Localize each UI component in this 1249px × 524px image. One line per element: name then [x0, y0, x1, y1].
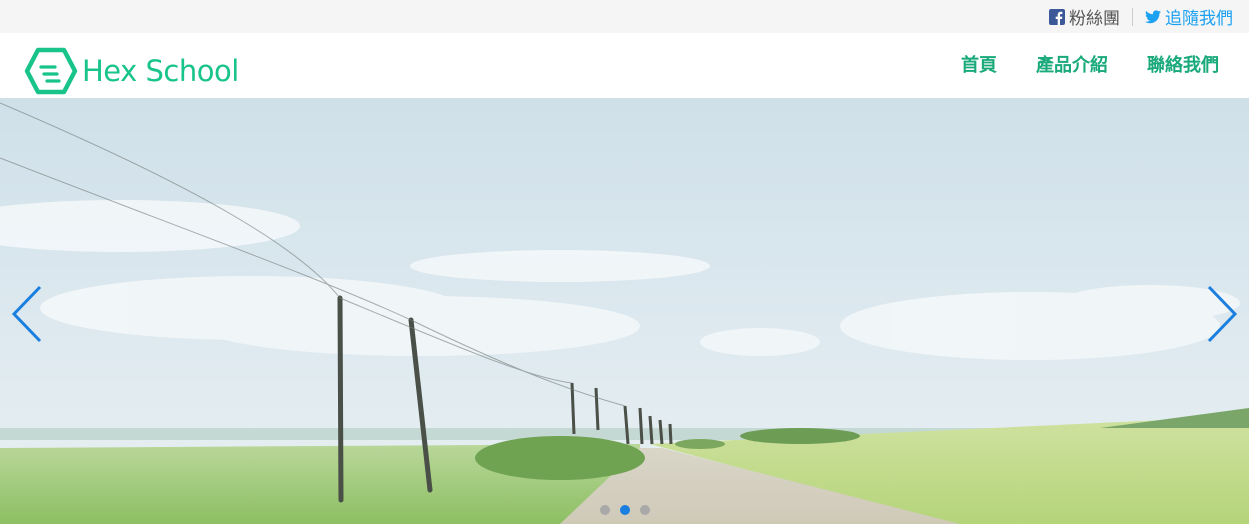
nav-products[interactable]: 產品介紹: [1036, 51, 1108, 77]
hex-school-logo[interactable]: Hex School: [24, 47, 239, 95]
carousel-indicator-active[interactable]: [619, 505, 630, 515]
nav-contact[interactable]: 聯絡我們: [1147, 51, 1219, 77]
site-header: Hex School 首頁 產品介紹 聯絡我們: [0, 33, 1249, 98]
carousel-indicator[interactable]: [639, 505, 650, 515]
social-divider: [1132, 7, 1133, 26]
logo-text: Hex School: [82, 54, 239, 88]
twitter-follow-link[interactable]: 追隨我們: [1145, 4, 1233, 29]
twitter-follow-label: 追隨我們: [1165, 9, 1233, 29]
carousel-next-button[interactable]: [1203, 284, 1243, 344]
carousel-prev-button[interactable]: [6, 284, 46, 344]
hexagon-logo-icon: [24, 47, 78, 95]
hero-slide-image: [0, 98, 1249, 524]
social-links: 粉絲團 追隨我們: [1049, 4, 1233, 29]
chevron-right-icon: [1207, 285, 1238, 343]
facebook-fan-page-link[interactable]: 粉絲團: [1049, 4, 1120, 29]
chevron-left-icon: [11, 285, 42, 343]
twitter-icon: [1145, 9, 1161, 24]
main-nav: 首頁 產品介紹 聯絡我們: [922, 51, 1219, 77]
nav-home[interactable]: 首頁: [961, 51, 997, 77]
carousel-indicator[interactable]: [599, 505, 610, 515]
carousel-indicators: [0, 505, 1249, 515]
top-bar: 粉絲團 追隨我們: [0, 0, 1249, 33]
facebook-icon: [1049, 8, 1065, 25]
hero-carousel: [0, 98, 1249, 524]
facebook-fan-page-label: 粉絲團: [1069, 9, 1120, 29]
